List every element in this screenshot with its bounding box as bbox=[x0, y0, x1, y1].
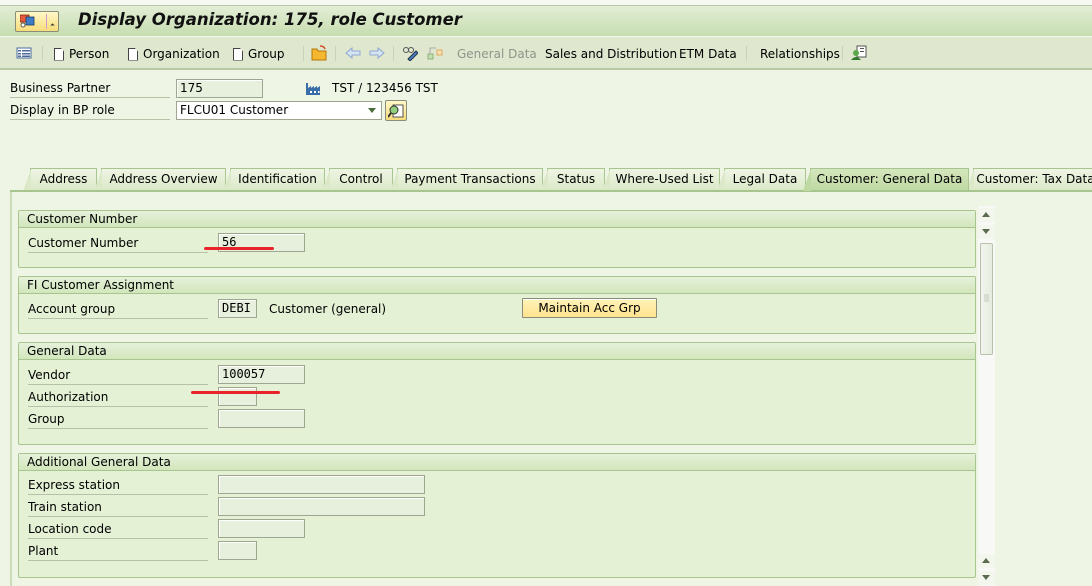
group-title: Additional General Data bbox=[19, 454, 975, 471]
vertical-scrollbar[interactable] bbox=[978, 206, 995, 586]
system-menu-button[interactable] bbox=[15, 11, 59, 32]
create-person-button[interactable]: Person bbox=[54, 45, 109, 63]
business-partner-field[interactable]: 175 bbox=[176, 79, 263, 98]
back-arrow-icon[interactable] bbox=[345, 45, 361, 61]
location-code-label: Location code bbox=[28, 522, 208, 539]
create-person-label: Person bbox=[69, 47, 110, 61]
account-group-label: Account group bbox=[28, 302, 208, 319]
plant-field[interactable] bbox=[218, 541, 257, 560]
locator-toggle-icon[interactable] bbox=[16, 45, 32, 61]
tab-strip: Address Address Overview Identification … bbox=[10, 168, 1092, 191]
partner-description: TST / 123456 TST bbox=[332, 81, 438, 95]
bp-role-label: Display in BP role bbox=[10, 103, 170, 120]
arrow-down-icon bbox=[982, 229, 990, 234]
create-group-label: Group bbox=[248, 47, 285, 61]
general-data-label: General Data bbox=[457, 47, 537, 61]
business-partner-label: Business Partner bbox=[10, 81, 170, 98]
authorization-field[interactable] bbox=[218, 387, 257, 406]
group-title: General Data bbox=[19, 343, 975, 360]
tab-customer-general-data[interactable]: Customer: General Data bbox=[803, 168, 969, 191]
vendor-field[interactable]: 100057 bbox=[218, 365, 305, 384]
annotation-underline-customer-number bbox=[204, 247, 274, 250]
document-icon bbox=[54, 47, 64, 61]
create-organization-button[interactable]: Organization bbox=[128, 45, 220, 63]
arrow-up-icon bbox=[982, 212, 990, 217]
bp-role-dropdown[interactable]: FLCU01 Customer bbox=[176, 101, 382, 120]
document-icon bbox=[233, 47, 243, 61]
tab-identification[interactable]: Identification bbox=[223, 168, 325, 191]
etm-data-button[interactable]: ETM Data bbox=[679, 45, 737, 63]
tab-address-overview[interactable]: Address Overview bbox=[94, 168, 226, 191]
tab-legal-data[interactable]: Legal Data bbox=[717, 168, 806, 191]
toolbar-separator bbox=[393, 46, 394, 61]
organization-icon bbox=[306, 83, 320, 95]
hierarchy-icon bbox=[427, 47, 443, 60]
express-station-field[interactable] bbox=[218, 475, 425, 494]
separator bbox=[46, 14, 47, 29]
group-title: FI Customer Assignment bbox=[19, 277, 975, 294]
switch-role-button[interactable] bbox=[385, 100, 407, 121]
window-title: Display Organization: 175, role Customer bbox=[78, 10, 462, 29]
scroll-down-button[interactable] bbox=[978, 225, 995, 239]
scroll-page-down-button[interactable] bbox=[978, 571, 995, 585]
display-change-icon[interactable] bbox=[402, 45, 418, 61]
relationships-label: Relationships bbox=[760, 47, 840, 61]
system-menu-icon bbox=[20, 14, 35, 28]
toolbar-separator bbox=[303, 46, 304, 61]
grip-icon bbox=[984, 294, 989, 302]
etm-data-label: ETM Data bbox=[679, 47, 737, 61]
open-folder-icon[interactable] bbox=[311, 45, 327, 61]
vendor-label: Vendor bbox=[28, 368, 208, 385]
annotation-underline-vendor bbox=[191, 391, 280, 394]
group-field[interactable] bbox=[218, 409, 305, 428]
account-group-field[interactable]: DEBI bbox=[218, 299, 257, 318]
express-station-label: Express station bbox=[28, 478, 208, 495]
group-label: Group bbox=[28, 412, 208, 429]
tab-status[interactable]: Status bbox=[540, 168, 605, 191]
tab-where-used-list[interactable]: Where-Used List bbox=[602, 168, 720, 191]
search-icon bbox=[388, 104, 404, 118]
scrollbar-thumb[interactable] bbox=[980, 243, 993, 355]
general-data-button[interactable]: General Data bbox=[457, 45, 537, 63]
toolbar-separator bbox=[42, 46, 43, 61]
sales-distribution-label: Sales and Distribution bbox=[545, 47, 678, 61]
account-group-description: Customer (general) bbox=[269, 302, 387, 316]
application-toolbar: Person Organization Group General Data S… bbox=[0, 37, 1092, 70]
arrow-down-icon bbox=[982, 575, 990, 580]
toolbar-separator bbox=[746, 46, 747, 61]
authorization-label: Authorization bbox=[28, 390, 208, 407]
group-title: Customer Number bbox=[19, 211, 975, 228]
tab-customer-tax-data[interactable]: Customer: Tax Data bbox=[966, 168, 1092, 191]
create-organization-label: Organization bbox=[143, 47, 220, 61]
tab-payment-transactions[interactable]: Payment Transactions bbox=[390, 168, 543, 191]
forward-arrow-icon[interactable] bbox=[369, 45, 385, 61]
tab-content: Customer Number Customer Number 56 FI Cu… bbox=[10, 192, 1092, 586]
tab-address[interactable]: Address bbox=[23, 168, 97, 191]
relationships-button[interactable]: Relationships bbox=[760, 45, 840, 63]
bp-role-value: FLCU01 Customer bbox=[180, 103, 289, 117]
location-code-field[interactable] bbox=[218, 519, 305, 538]
toolbar-separator bbox=[842, 46, 843, 61]
right-empty-area bbox=[995, 206, 1092, 586]
partner-overview-icon[interactable] bbox=[851, 45, 867, 61]
sales-distribution-button[interactable]: Sales and Distribution bbox=[545, 45, 677, 63]
maintain-acc-grp-button[interactable]: Maintain Acc Grp bbox=[522, 298, 657, 318]
chevron-down-icon bbox=[368, 108, 376, 113]
toolbar-separator bbox=[335, 46, 336, 61]
plant-label: Plant bbox=[28, 544, 208, 561]
train-station-label: Train station bbox=[28, 500, 208, 517]
create-group-button[interactable]: Group bbox=[233, 45, 285, 63]
document-icon bbox=[128, 47, 138, 61]
arrow-up-icon bbox=[982, 558, 990, 563]
customer-number-label: Customer Number bbox=[28, 236, 208, 253]
train-station-field[interactable] bbox=[218, 497, 425, 516]
scroll-up-button[interactable] bbox=[978, 208, 995, 222]
title-bar: Display Organization: 175, role Customer bbox=[0, 6, 1092, 37]
scroll-page-up-button[interactable] bbox=[978, 554, 995, 568]
dropdown-arrow-icon bbox=[50, 23, 55, 28]
tab-control[interactable]: Control bbox=[322, 168, 393, 191]
